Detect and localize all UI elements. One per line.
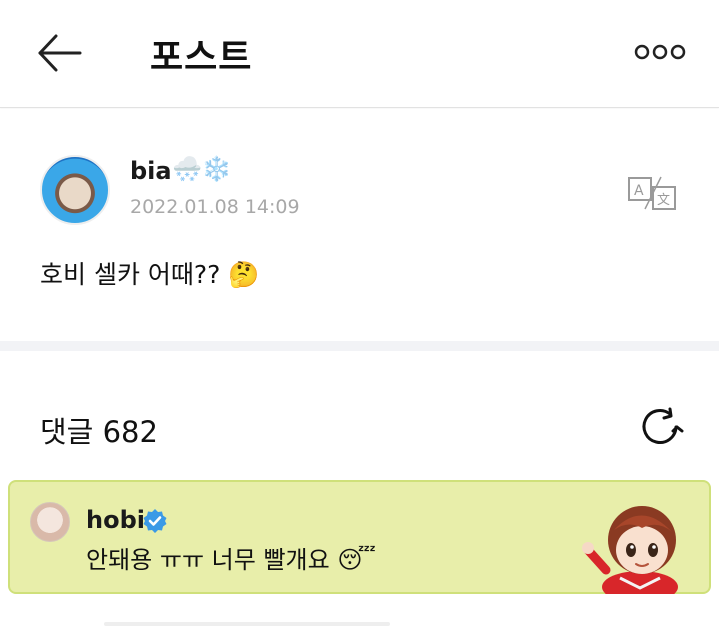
author-avatar[interactable] <box>40 155 110 225</box>
comment-author-avatar[interactable] <box>30 502 70 542</box>
section-divider <box>0 341 719 351</box>
post-card: bia 🌨️❄️ 2022.01.08 14:09 A 文 호비 셀카 어때??… <box>0 109 719 341</box>
svg-text:文: 文 <box>657 193 670 208</box>
refresh-button[interactable] <box>640 407 684 447</box>
top-bar: 포스트 <box>0 0 719 108</box>
author-name[interactable]: bia <box>130 157 172 185</box>
svg-text:A: A <box>634 183 644 199</box>
translate-button[interactable]: A 文 <box>627 175 679 213</box>
next-comment-preview <box>104 622 390 626</box>
arrow-left-icon <box>38 34 82 72</box>
verified-badge-icon <box>143 509 167 533</box>
comments-count-label: 댓글 682 <box>40 415 158 449</box>
comment-author-name[interactable]: hobi <box>86 506 145 534</box>
translate-icon: A 文 <box>628 176 676 210</box>
highlighted-comment[interactable]: hobi 안돼용 ㅠㅠ 너무 빨개요 😴 <box>8 480 711 594</box>
more-dots-icon <box>634 44 686 60</box>
page-title: 포스트 <box>150 37 253 78</box>
comment-text: 안돼용 ㅠㅠ 너무 빨개요 😴 <box>86 546 376 574</box>
character-sticker-icon <box>582 506 678 594</box>
refresh-icon <box>642 407 684 444</box>
more-options-button[interactable] <box>632 38 688 66</box>
comments-header: 댓글 682 <box>0 351 719 477</box>
post-text: 호비 셀카 어때?? 🤔 <box>40 260 260 289</box>
post-timestamp: 2022.01.08 14:09 <box>130 196 300 218</box>
author-emoji: 🌨️❄️ <box>172 155 232 183</box>
back-button[interactable] <box>34 28 86 78</box>
